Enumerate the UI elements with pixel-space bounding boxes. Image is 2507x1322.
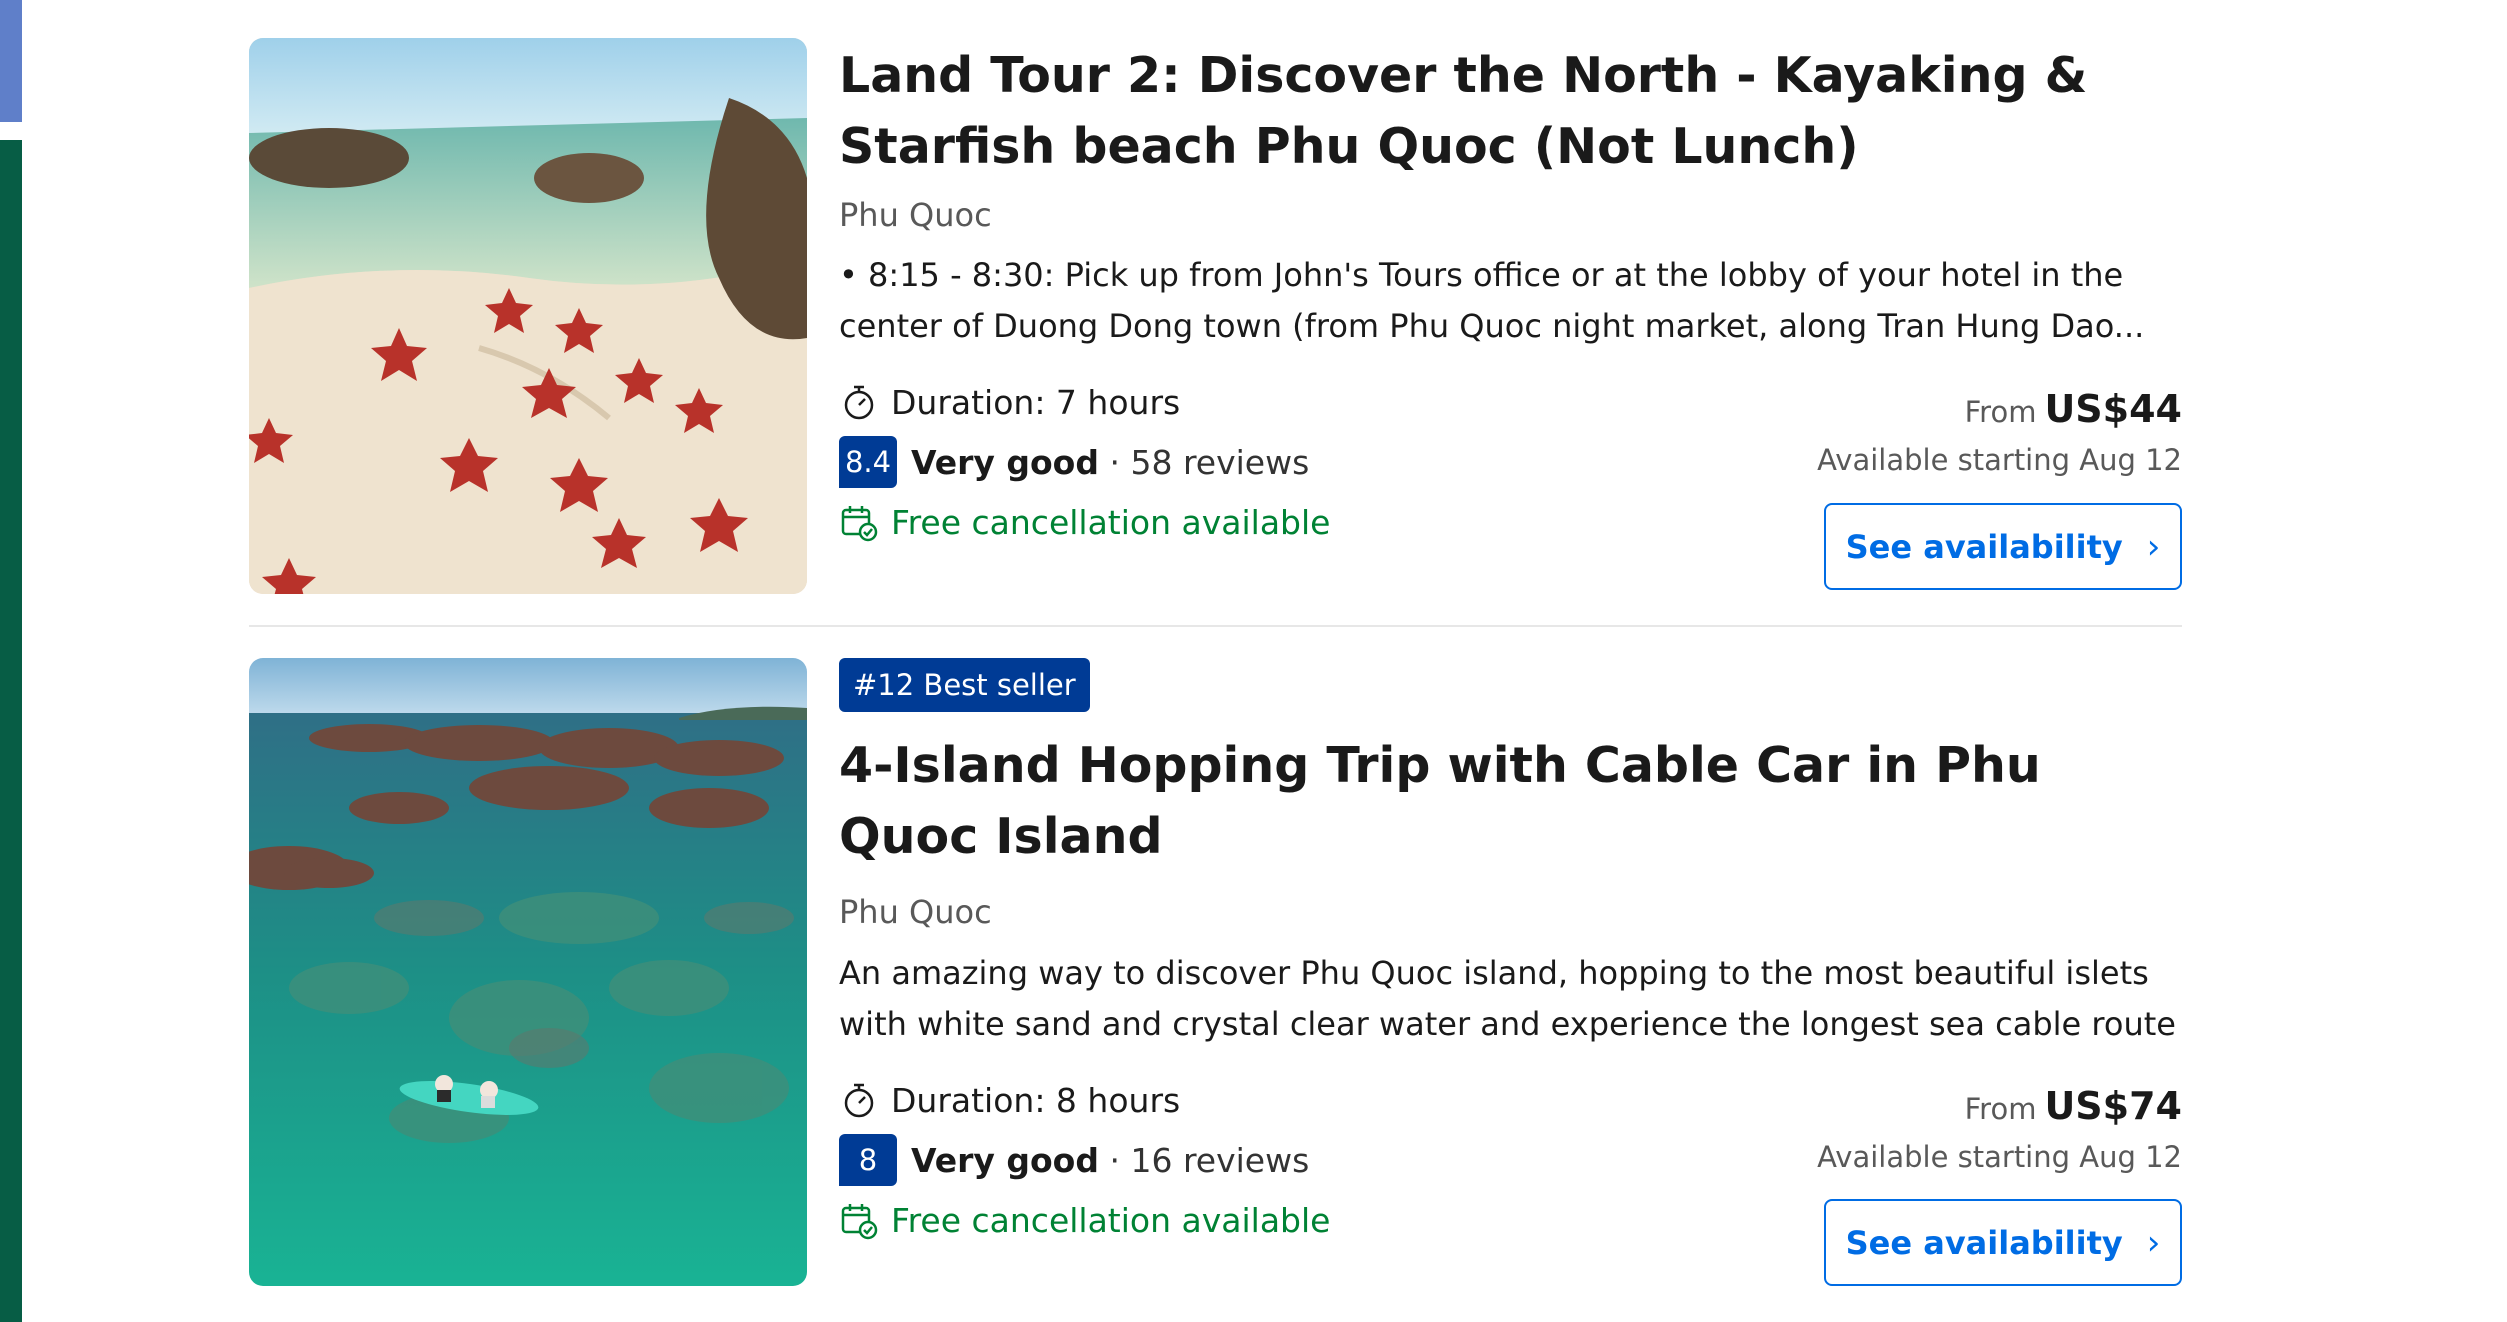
stopwatch-icon (844, 385, 874, 420)
listing-meta: Duration: 8 hours 8 Very good · 16 revie… (839, 1074, 1539, 1254)
starfish-beach-photo[interactable] (249, 38, 807, 594)
kayak-reef-photo[interactable] (249, 658, 807, 1286)
rating-word: Very good (911, 1140, 1099, 1180)
listing-meta: Duration: 7 hours 8.4 Very good · 58 rev… (839, 376, 1539, 556)
sidebar-accent-green (0, 140, 22, 1322)
chevron-right-icon: › (2146, 1222, 2161, 1263)
rating-row: 8.4 Very good · 58 reviews (839, 436, 1539, 488)
listing-body: Land Tour 2: Discover the North - Kayaki… (839, 38, 2182, 594)
review-score-badge: 8 (839, 1134, 897, 1186)
review-count[interactable]: · 16 reviews (1099, 1141, 1309, 1180)
best-seller-badge: #12 Best seller (839, 658, 1090, 712)
price-amount: US$74 (2044, 1084, 2182, 1128)
price-amount: US$44 (2044, 387, 2182, 431)
kayak-reef-image (249, 658, 807, 1286)
listing-title[interactable]: Land Tour 2: Discover the North - Kayaki… (839, 40, 2182, 182)
calendar-check-icon (841, 1204, 878, 1240)
availability-text: Available starting Aug 12 (1817, 443, 2182, 477)
cancellation-row: Free cancellation available (839, 496, 1539, 548)
price-prefix: From (1964, 1092, 2037, 1126)
duration-text: Duration: 7 hours (891, 382, 1181, 422)
description-line: center of Duong Dong town (from Phu Quoc… (839, 307, 2145, 345)
price-line: From US$44 (1817, 383, 2182, 438)
see-availability-button[interactable]: See availability › (1824, 1199, 2182, 1286)
calendar-check-icon (841, 506, 878, 542)
listing-card[interactable]: Land Tour 2: Discover the North - Kayaki… (249, 38, 2182, 594)
duration-text: Duration: 8 hours (891, 1080, 1181, 1120)
cancellation-text: Free cancellation available (891, 502, 1331, 542)
availability-text: Available starting Aug 12 (1817, 1140, 2182, 1174)
duration-row: Duration: 8 hours (839, 1074, 1539, 1126)
listing-description: • 8:15 - 8:30: Pick up from John's Tours… (839, 250, 2182, 352)
listing-location: Phu Quoc (839, 893, 992, 931)
see-availability-button[interactable]: See availability › (1824, 503, 2182, 590)
results-page: Land Tour 2: Discover the North - Kayaki… (0, 0, 2507, 1322)
cancellation-row: Free cancellation available (839, 1194, 1539, 1246)
listing-title[interactable]: 4-Island Hopping Trip with Cable Car in … (839, 730, 2182, 872)
review-count[interactable]: · 58 reviews (1099, 443, 1309, 482)
rating-word: Very good (911, 442, 1099, 482)
listing-description: An amazing way to discover Phu Quoc isla… (839, 948, 2182, 1050)
review-score-badge: 8.4 (839, 436, 897, 488)
price-block: From US$74 Available starting Aug 12 (1817, 1080, 2182, 1179)
listing-divider (249, 625, 2182, 627)
price-line: From US$74 (1817, 1080, 2182, 1135)
review-count-text: · 16 reviews (1109, 1140, 1310, 1180)
starfish-beach-image (249, 38, 807, 594)
description-line: An amazing way to discover Phu Quoc isla… (839, 954, 2149, 992)
sidebar-accent-blue (0, 0, 22, 122)
cancellation-text: Free cancellation available (891, 1200, 1331, 1240)
stopwatch-icon (844, 1083, 874, 1118)
see-availability-label: See availability (1845, 527, 2123, 566)
rating-row: 8 Very good · 16 reviews (839, 1134, 1539, 1186)
price-prefix: From (1964, 395, 2037, 429)
review-count-text: · 58 reviews (1109, 442, 1310, 482)
listing-card[interactable]: #12 Best seller 4-Island Hopping Trip wi… (249, 658, 2182, 1286)
description-line: • 8:15 - 8:30: Pick up from John's Tours… (839, 256, 2124, 294)
see-availability-label: See availability (1845, 1223, 2123, 1262)
chevron-right-icon: › (2146, 526, 2161, 567)
duration-row: Duration: 7 hours (839, 376, 1539, 428)
listing-body: #12 Best seller 4-Island Hopping Trip wi… (839, 658, 2182, 1286)
description-line: with white sand and crystal clear water … (839, 1005, 2182, 1043)
price-block: From US$44 Available starting Aug 12 (1817, 383, 2182, 482)
listing-location: Phu Quoc (839, 196, 992, 234)
